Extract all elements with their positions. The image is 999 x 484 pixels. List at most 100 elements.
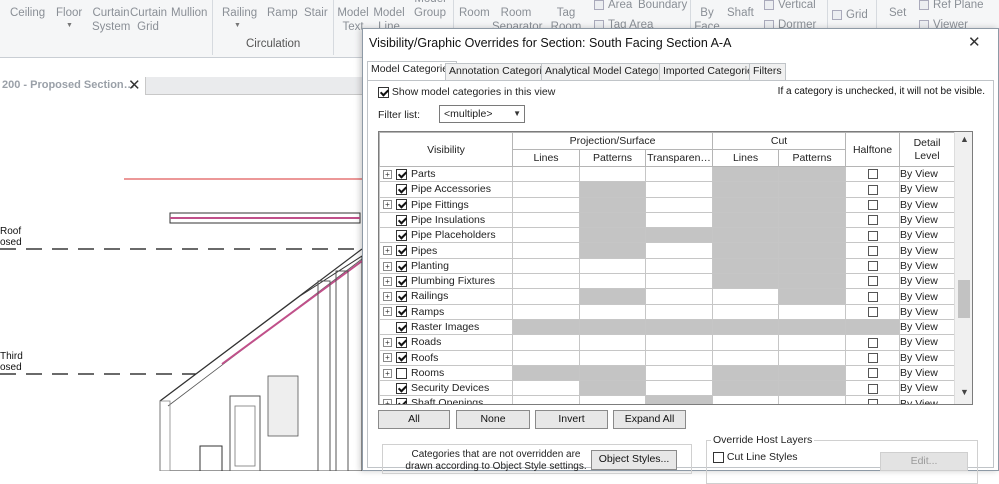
halftone-checkbox[interactable] (867, 199, 878, 210)
halftone-checkbox[interactable] (867, 368, 878, 379)
projection-lines-cell[interactable] (512, 196, 580, 213)
detail-level-cell[interactable]: By View (899, 334, 956, 351)
transparency-cell[interactable] (644, 165, 714, 183)
ribbon-mullion-button[interactable]: Mullion (171, 6, 207, 20)
column-visibility[interactable]: Visibility (379, 132, 513, 167)
scroll-down-icon[interactable]: ▼ (955, 387, 972, 401)
cut-patterns-cell[interactable] (778, 303, 847, 320)
halftone-cell[interactable] (845, 288, 901, 305)
ribbon-ramp-button[interactable]: Ramp (267, 6, 298, 20)
detail-level-cell[interactable]: By View (899, 318, 956, 336)
halftone-cell[interactable] (845, 257, 901, 275)
category-cell[interactable]: + Shaft Openings (379, 395, 513, 404)
visibility-checkbox[interactable] (396, 184, 407, 196)
none-button[interactable]: None (456, 410, 530, 429)
detail-level-cell[interactable]: By View (899, 273, 956, 290)
detail-level-cell[interactable]: By View (899, 211, 956, 229)
projection-lines-cell[interactable] (512, 211, 580, 229)
close-view-icon[interactable]: ✕ (128, 77, 141, 94)
show-model-categories-option[interactable]: Show model categories in this view (378, 86, 555, 98)
ribbon-shaft-button[interactable]: Shaft (727, 6, 754, 20)
cut-lines-cell[interactable] (712, 334, 780, 351)
visibility-checkbox[interactable] (396, 367, 407, 379)
visibility-checkbox[interactable] (396, 321, 407, 333)
halftone-cell[interactable] (845, 181, 901, 198)
visibility-checkbox[interactable] (396, 245, 407, 257)
halftone-cell[interactable] (845, 395, 901, 404)
tab-model-categories[interactable]: Model Categories (367, 61, 458, 80)
invert-button[interactable]: Invert (535, 410, 608, 429)
transparency-cell[interactable] (644, 364, 714, 382)
object-styles-button[interactable]: Object Styles... (591, 450, 677, 470)
detail-level-cell[interactable]: By View (899, 165, 956, 183)
halftone-cell[interactable] (845, 273, 901, 290)
category-cell[interactable]: + Railings (379, 288, 513, 305)
halftone-cell[interactable] (845, 227, 901, 244)
halftone-checkbox[interactable] (867, 291, 878, 302)
category-cell[interactable]: Pipe Placeholders (379, 227, 513, 244)
scrollbar-thumb[interactable] (958, 280, 970, 318)
category-cell[interactable]: + Roofs (379, 349, 513, 366)
visibility-checkbox[interactable] (396, 398, 407, 404)
table-row[interactable]: + Ramps By View (379, 303, 956, 320)
transparency-cell[interactable] (644, 242, 714, 259)
category-cell[interactable]: + Parts (379, 165, 513, 183)
halftone-cell[interactable] (845, 211, 901, 229)
table-row[interactable]: Raster Images By View (379, 318, 956, 336)
expand-icon[interactable]: + (383, 292, 392, 302)
table-row[interactable]: + Railings By View (379, 288, 956, 305)
halftone-checkbox[interactable] (867, 307, 878, 318)
table-row[interactable]: + Shaft Openings By View (379, 395, 956, 404)
cut-patterns-cell[interactable] (778, 334, 847, 351)
dialog-close-icon[interactable]: ✕ (968, 33, 981, 51)
table-row[interactable]: + Pipe Fittings By View (379, 196, 956, 213)
category-cell[interactable]: Security Devices (379, 380, 513, 397)
halftone-cell[interactable] (845, 334, 901, 351)
ribbon-area-button[interactable]: Area (594, 0, 632, 12)
halftone-checkbox[interactable] (867, 245, 878, 256)
projection-lines-cell[interactable] (512, 165, 580, 183)
ribbon-vertical-button[interactable]: Vertical (764, 0, 816, 12)
detail-level-cell[interactable]: By View (899, 395, 956, 404)
projection-lines-cell[interactable] (512, 334, 580, 351)
projection-lines-cell[interactable] (512, 380, 580, 397)
ribbon-curtain-system-button[interactable]: Curtain System (92, 6, 130, 34)
show-model-categories-checkbox[interactable] (378, 86, 389, 98)
cut-lines-cell[interactable] (712, 349, 780, 366)
ribbon-ceiling-button[interactable]: Ceiling (10, 6, 45, 20)
expand-icon[interactable]: + (383, 261, 392, 271)
table-row[interactable]: + Roads By View (379, 334, 956, 351)
detail-level-cell[interactable]: By View (899, 303, 956, 320)
table-row[interactable]: + Roofs By View (379, 349, 956, 366)
expand-icon[interactable]: + (383, 276, 392, 286)
category-cell[interactable]: Pipe Accessories (379, 181, 513, 198)
grid-scrollbar[interactable]: ▲ ▼ (954, 132, 972, 404)
halftone-checkbox[interactable] (867, 184, 878, 195)
detail-level-cell[interactable]: By View (899, 364, 956, 382)
detail-level-cell[interactable]: By View (899, 380, 956, 397)
projection-lines-cell[interactable] (512, 257, 580, 275)
visibility-checkbox[interactable] (396, 199, 407, 211)
halftone-cell[interactable] (845, 364, 901, 382)
expand-icon[interactable]: + (383, 399, 392, 404)
ribbon-stair-button[interactable]: Stair (304, 6, 328, 20)
halftone-checkbox[interactable] (867, 337, 878, 348)
ribbon-railing-button[interactable]: Railing (222, 6, 257, 20)
transparency-cell[interactable] (644, 273, 714, 290)
table-row[interactable]: + Rooms By View (379, 364, 956, 382)
category-cell[interactable]: + Planting (379, 257, 513, 275)
ribbon-boundary-button[interactable]: Boundary (638, 0, 687, 12)
projection-patterns-cell[interactable] (579, 273, 646, 290)
halftone-cell[interactable] (845, 165, 901, 183)
drawing-canvas[interactable]: Roof osed Third osed (0, 96, 362, 471)
visibility-checkbox[interactable] (396, 275, 407, 287)
table-row[interactable]: + Plumbing Fixtures By View (379, 273, 956, 290)
expand-icon[interactable]: + (383, 200, 392, 210)
halftone-checkbox[interactable] (867, 276, 878, 287)
halftone-cell[interactable] (845, 349, 901, 366)
visibility-checkbox[interactable] (396, 382, 407, 394)
expand-all-button[interactable]: Expand All (613, 410, 686, 429)
visibility-checkbox[interactable] (396, 168, 407, 180)
cut-lines-cell[interactable] (712, 395, 780, 404)
expand-icon[interactable]: + (383, 246, 392, 256)
